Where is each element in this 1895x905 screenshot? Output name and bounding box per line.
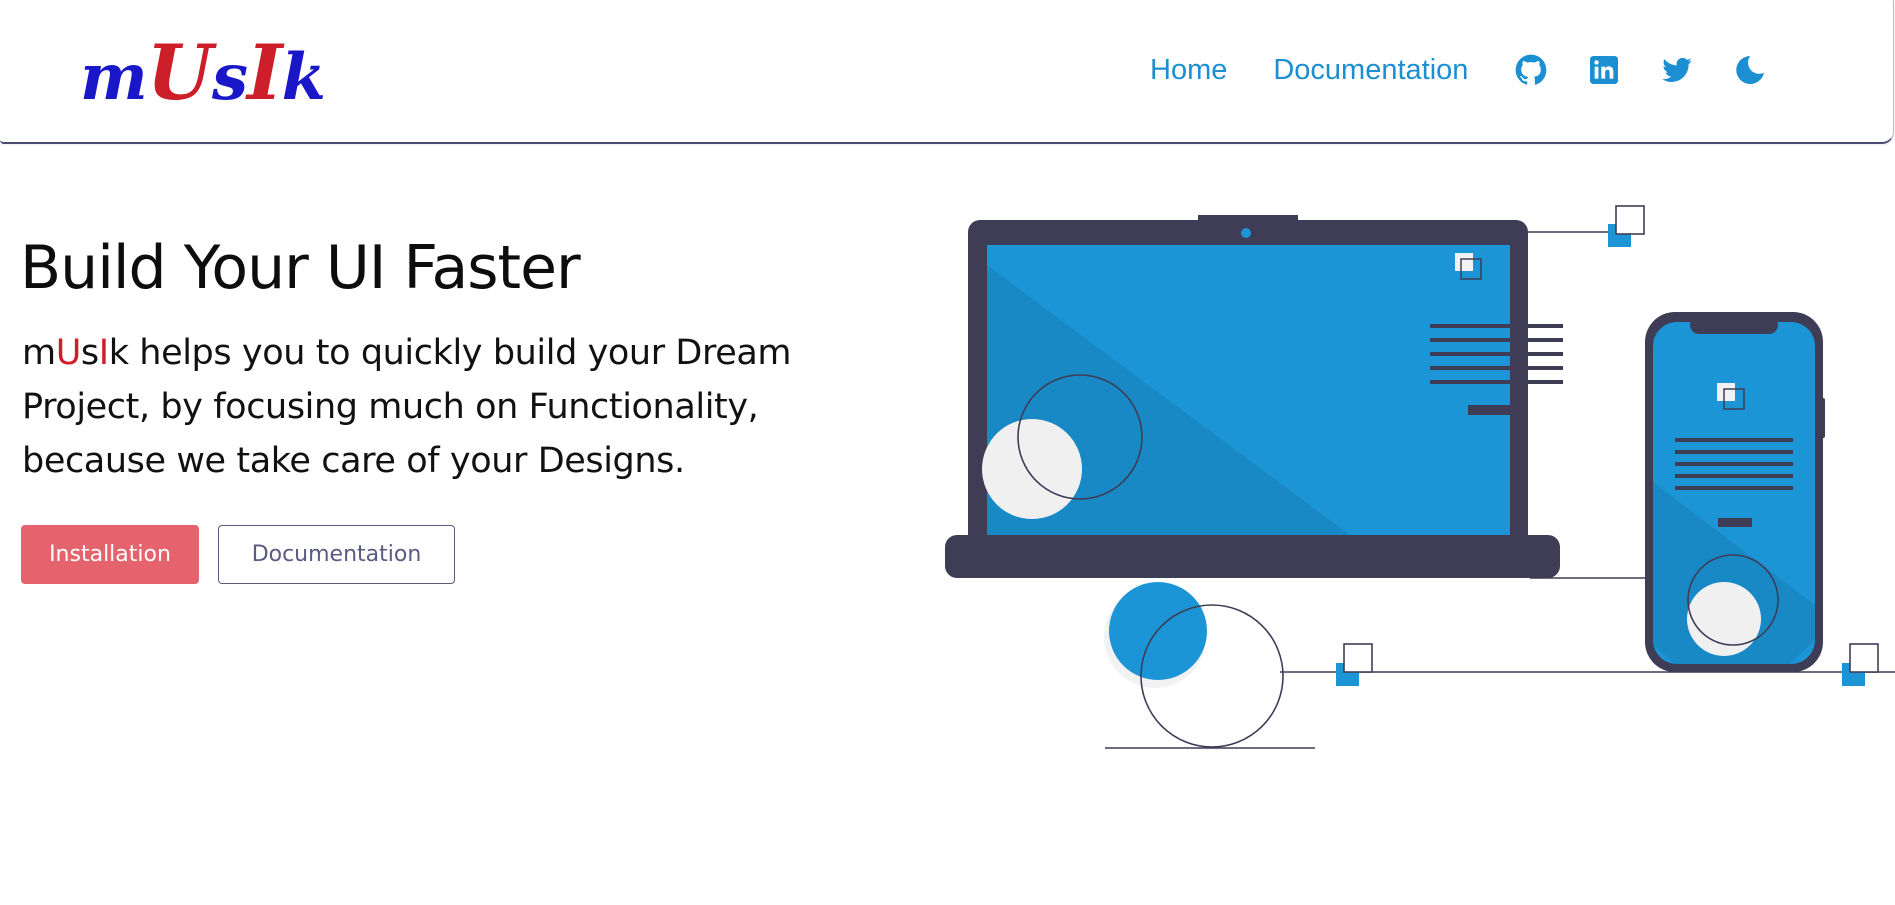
linkedin-icon[interactable] — [1587, 53, 1621, 87]
phone-graphic — [1645, 312, 1825, 672]
documentation-button[interactable]: Documentation — [218, 525, 455, 584]
brand-letter-s: s — [80, 333, 99, 373]
logo-letter-u: U — [146, 28, 213, 117]
logo-letter-s: s — [212, 40, 248, 115]
laptop-graphic — [945, 215, 1563, 578]
brand-letter-i: I — [98, 333, 109, 373]
brand-letter-u: U — [55, 333, 82, 373]
hero-brand-name: mUsIk — [22, 333, 129, 373]
brand-logo[interactable]: mUsIk — [80, 28, 326, 123]
moon-icon[interactable] — [1733, 53, 1767, 87]
logo-letter-m: m — [80, 40, 148, 115]
logo-letter-k: k — [281, 40, 326, 115]
installation-button[interactable]: Installation — [21, 525, 199, 584]
hero-description: mUsIk helps you to quickly build your Dr… — [22, 326, 862, 488]
github-icon[interactable] — [1514, 53, 1548, 87]
floating-circles — [1104, 582, 1284, 748]
devices-illustration — [945, 205, 1895, 749]
navbar: mUsIk Home Documentation — [0, 0, 1894, 144]
brand-letter-m: m — [22, 333, 56, 373]
hero-description-text: helps you to quickly build your Dream Pr… — [22, 333, 792, 481]
brand-letter-k: k — [108, 333, 129, 373]
twitter-icon[interactable] — [1660, 53, 1694, 87]
nav-home-link[interactable]: Home — [1150, 54, 1227, 87]
hero-title: Build Your UI Faster — [20, 233, 581, 303]
nav-links: Home Documentation — [1150, 50, 1806, 90]
nav-documentation-link[interactable]: Documentation — [1273, 54, 1468, 87]
logo-letter-i: I — [247, 28, 283, 117]
